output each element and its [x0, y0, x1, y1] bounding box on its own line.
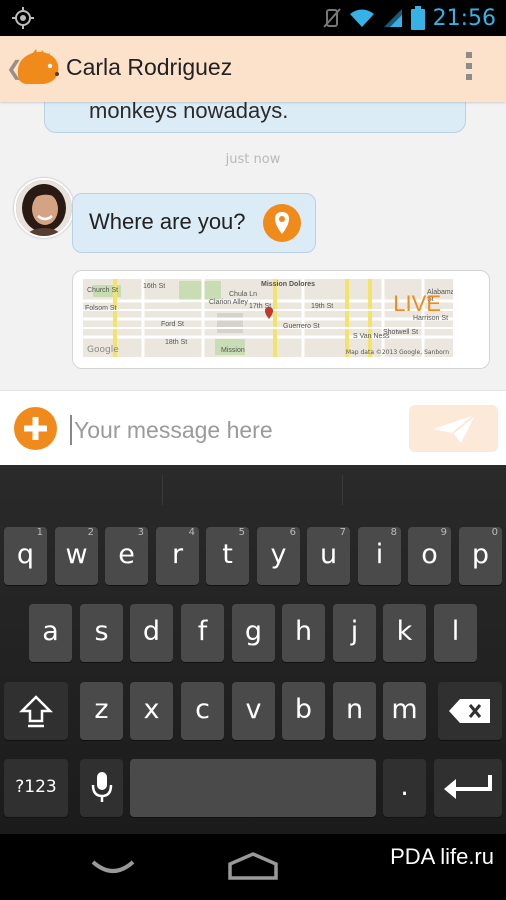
key-w[interactable]: w2 [55, 527, 98, 585]
key-f[interactable]: f [181, 604, 224, 662]
map-street-label: Folsom St [85, 305, 117, 312]
watermark: PDA life.ru [390, 844, 494, 869]
key-y[interactable]: y6 [257, 527, 300, 585]
map-street-label: Chula Ln [229, 291, 258, 298]
enter-key[interactable] [434, 759, 502, 817]
key-q[interactable]: q1 [4, 527, 47, 585]
key-d[interactable]: d [130, 604, 173, 662]
shift-arrow-icon [18, 695, 54, 728]
message-text: Where are you? [89, 209, 246, 234]
key-a[interactable]: a [29, 604, 72, 662]
map-street-label: Clarion Alley [209, 299, 248, 306]
microphone-icon [91, 772, 112, 802]
key-r[interactable]: r4 [156, 527, 199, 585]
message-bubble: monkeys nowadays. [44, 102, 466, 133]
system-nav-bar: PDA life.ru [0, 834, 506, 900]
map-street-label: Mission Dolores [261, 281, 316, 288]
message-timestamp: just now [225, 152, 281, 167]
map-street-label: Church St [87, 287, 119, 294]
map-street-label: Ford St [161, 321, 184, 328]
map-street-label: Mission [221, 347, 245, 354]
message-text: monkeys nowadays. [89, 102, 289, 123]
key-j[interactable]: j [333, 604, 376, 662]
vibrate-icon [322, 8, 341, 28]
key-o[interactable]: o9 [408, 527, 451, 585]
conversation-title: Carla Rodriguez [66, 54, 233, 80]
key-k[interactable]: k [383, 604, 426, 662]
send-button[interactable] [409, 405, 498, 452]
voice-input-key[interactable] [80, 759, 123, 817]
key-e[interactable]: e3 [105, 527, 148, 585]
map-street-label: 16th St [143, 283, 166, 290]
message-bubble: Where are you? [72, 193, 316, 253]
live-label: LIVE [393, 291, 441, 316]
key-s[interactable]: s [80, 604, 123, 662]
key-n[interactable]: n [333, 682, 376, 740]
backspace-key[interactable] [438, 682, 502, 740]
map-street-label: Guerrero St [283, 323, 320, 330]
enter-arrow-icon [444, 775, 492, 799]
map-street-label: 17th St [249, 303, 272, 310]
map-attribution: Map data ©2013 Google, Sanborn [345, 349, 449, 356]
key-h[interactable]: h [282, 604, 325, 662]
key-c[interactable]: c [181, 682, 224, 740]
map-preview[interactable]: 16th St 17th St 18th St Mission Dolores … [83, 279, 453, 357]
key-l[interactable]: l [434, 604, 477, 662]
key-z[interactable]: z [80, 682, 123, 740]
key-v[interactable]: v [232, 682, 275, 740]
attach-button[interactable] [14, 407, 57, 450]
back-nav-icon[interactable] [90, 858, 136, 878]
home-nav-icon[interactable] [226, 852, 280, 882]
send-icon [433, 414, 476, 443]
suggestion-strip[interactable] [0, 465, 506, 513]
map-street-label: 18th St [165, 339, 188, 346]
shift-key[interactable] [4, 682, 68, 740]
key-u[interactable]: u7 [307, 527, 350, 585]
clock: 21:56 [432, 5, 496, 31]
numbers-symbols-key[interactable]: ?123 [4, 759, 68, 817]
space-key[interactable] [130, 759, 376, 817]
message-list[interactable]: monkeys nowadays. just now Where are you… [0, 102, 506, 390]
map-street-label: Shotwell St [383, 329, 419, 336]
hedgehog-logo-icon[interactable] [14, 48, 60, 90]
status-bar: 21:56 [0, 0, 506, 36]
message-composer [0, 390, 506, 466]
plus-icon [24, 417, 47, 440]
key-m[interactable]: m [383, 682, 426, 740]
google-logo: Google [87, 345, 119, 355]
avatar[interactable] [14, 178, 74, 238]
location-icon [12, 7, 34, 29]
map-street-label: 19th St [311, 303, 334, 310]
signal-icon [383, 9, 402, 27]
key-i[interactable]: i8 [358, 527, 401, 585]
backspace-icon [449, 699, 490, 723]
key-b[interactable]: b [282, 682, 325, 740]
overflow-menu-icon[interactable] [466, 52, 472, 84]
key-x[interactable]: x [130, 682, 173, 740]
key-g[interactable]: g [232, 604, 275, 662]
location-message-bubble[interactable]: 16th St 17th St 18th St Mission Dolores … [72, 270, 490, 369]
app-bar: ❮ Carla Rodriguez [0, 36, 506, 102]
text-cursor [70, 415, 72, 445]
location-pin-button[interactable] [263, 204, 301, 242]
message-input[interactable] [74, 415, 394, 445]
wifi-icon [349, 9, 374, 27]
key-t[interactable]: t5 [206, 527, 249, 585]
soft-keyboard: q1 w2 e3 r4 t5 y6 u7 i8 o9 p0 a s d f g … [0, 465, 506, 834]
period-key[interactable]: . [383, 759, 426, 817]
key-p[interactable]: p0 [459, 527, 502, 585]
map-pin-icon [275, 212, 289, 234]
battery-icon [410, 6, 425, 30]
